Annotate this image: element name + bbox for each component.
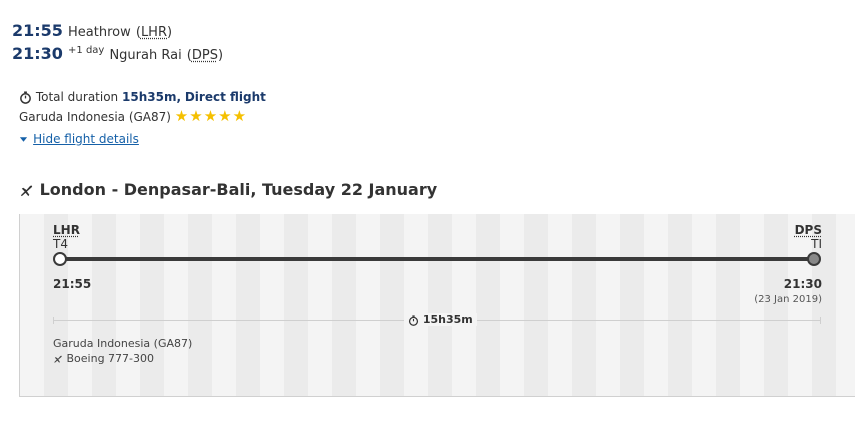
airline-row: Garuda Indonesia (GA87) ★★★★★ xyxy=(19,107,247,125)
hide-flight-details-link[interactable]: Hide flight details xyxy=(33,132,139,146)
departure-summary: 21:55 Heathrow (LHR) xyxy=(12,21,173,40)
arrival-code: DPS xyxy=(191,48,218,63)
airline-name: Garuda Indonesia (GA87) xyxy=(19,110,171,124)
arrival-airport: Ngurah Rai xyxy=(109,48,182,63)
destination-code: DPS xyxy=(794,223,822,237)
flight-type: Direct flight xyxy=(184,90,266,104)
total-duration-row: Total duration 15h35m, Direct flight xyxy=(19,90,266,104)
origin-terminal: T4 xyxy=(53,237,68,251)
duration-end-tick xyxy=(820,317,821,324)
rating-stars: ★★★★★ xyxy=(174,107,248,125)
hide-details-toggle[interactable]: Hide flight details xyxy=(19,128,139,147)
aircraft-row: Boeing 777-300 xyxy=(53,352,154,365)
duration-start-tick xyxy=(53,317,54,324)
origin-time: 21:55 xyxy=(53,277,92,291)
destination-terminal: TI xyxy=(811,237,822,251)
arrival-summary: 21:30 +1 day Ngurah Rai (DPS) xyxy=(12,44,224,63)
segment-heading: London - Denpasar-Bali, Tuesday 22 Janua… xyxy=(19,180,437,199)
duration-value: 15h35m, xyxy=(122,90,182,104)
stopwatch-icon xyxy=(408,313,423,326)
stopwatch-icon xyxy=(19,90,36,104)
destination-date: (23 Jan 2019) xyxy=(754,294,822,305)
segment-airline: Garuda Indonesia (GA87) xyxy=(53,337,193,350)
origin-code: LHR xyxy=(53,223,80,237)
plane-icon xyxy=(53,352,67,365)
segment-duration-value: 15h35m xyxy=(422,313,473,326)
duration-label: Total duration xyxy=(35,90,119,104)
origin-node xyxy=(53,252,67,266)
segment-duration: 15h35m xyxy=(404,313,477,326)
destination-time: 21:30 xyxy=(783,277,822,291)
aircraft-type: Boeing 777-300 xyxy=(66,352,155,365)
plane-icon xyxy=(19,180,40,199)
arrival-time: 21:30 xyxy=(12,44,63,63)
departure-airport: Heathrow xyxy=(68,25,131,40)
day-offset: +1 day xyxy=(68,45,105,56)
caret-down-icon xyxy=(19,128,33,147)
destination-node xyxy=(807,252,821,266)
flight-timeline-panel xyxy=(19,214,855,397)
departure-code: LHR xyxy=(140,25,167,40)
segment-title: London - Denpasar-Bali, Tuesday 22 Janua… xyxy=(39,180,438,199)
route-track xyxy=(60,257,815,261)
departure-time: 21:55 xyxy=(12,21,63,40)
